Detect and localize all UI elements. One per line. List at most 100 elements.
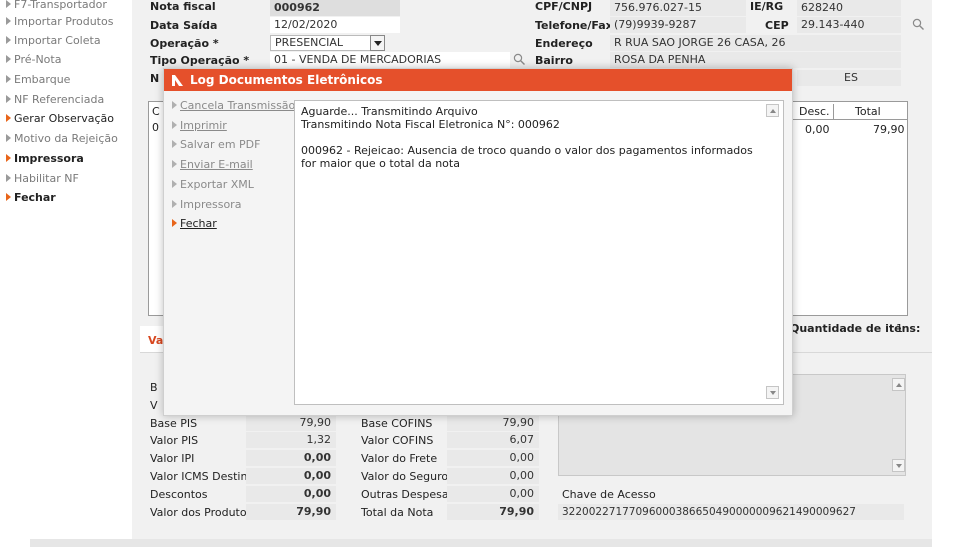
- menu-label: Salvar em PDF: [180, 138, 261, 151]
- outras-despesas-label: Outras Despesas: [361, 488, 455, 501]
- scroll-down-button[interactable]: [766, 386, 779, 399]
- valor-ipi-label: Valor IPI: [150, 452, 195, 465]
- desc-header: Desc.: [799, 105, 830, 118]
- values-tab-label: Va: [148, 334, 164, 347]
- ie-label: IE/RG: [750, 0, 784, 13]
- b-label: B: [150, 381, 158, 394]
- menu-enviar-email[interactable]: Enviar E-mail: [172, 156, 253, 174]
- log-line: Aguarde... Transmitindo Arquivo: [301, 105, 478, 118]
- operacao-value: PRESENCIAL: [275, 36, 343, 49]
- outras-despesas-field[interactable]: 0,00: [447, 486, 539, 502]
- sidebar-item-label: F7-Transportador: [14, 0, 107, 11]
- chave-acesso-field[interactable]: 3220022717709600038665049000000962149000…: [558, 504, 904, 520]
- total-value: 79,90: [873, 123, 905, 136]
- sidebar-item-importar-coleta[interactable]: Importar Coleta: [6, 32, 101, 50]
- valor-pis-label: Valor PIS: [150, 434, 199, 447]
- triangle-right-icon: [6, 55, 11, 63]
- cpf-field[interactable]: 756.976.027-15: [610, 0, 746, 16]
- total-nota-label: Total da Nota: [361, 506, 434, 519]
- log-textarea[interactable]: Aguarde... Transmitindo Arquivo Transmit…: [294, 100, 784, 405]
- bairro-label: Bairro: [535, 54, 573, 67]
- triangle-right-icon: [6, 95, 11, 103]
- menu-exportar-xml[interactable]: Exportar XML: [172, 176, 254, 194]
- valor-pis-field[interactable]: 1,32: [246, 432, 336, 448]
- sidebar-item-motivo-rejeicao[interactable]: Motivo da Rejeição: [6, 130, 118, 148]
- triangle-right-icon: [172, 219, 177, 227]
- search-icon[interactable]: [513, 53, 526, 66]
- log-line: 000962 - Rejeicao: Ausencia de troco qua…: [301, 144, 753, 170]
- qtd-itens-value: 1: [896, 322, 903, 335]
- sidebar-item-gerar-observacao[interactable]: Gerar Observação: [6, 110, 114, 128]
- cep-field[interactable]: 29.143-440: [797, 17, 901, 33]
- sidebar-item-nf-referenciada[interactable]: NF Referenciada: [6, 91, 104, 109]
- search-icon[interactable]: [912, 18, 925, 31]
- nota-fiscal-field[interactable]: 000962: [270, 0, 400, 16]
- menu-imprimir[interactable]: Imprimir: [172, 117, 227, 135]
- arrow-up-icon: [896, 383, 902, 387]
- triangle-right-icon: [172, 200, 177, 208]
- sidebar-item-label: Habilitar NF: [14, 172, 79, 185]
- valor-cofins-field[interactable]: 6,07: [447, 432, 539, 448]
- triangle-right-icon: [6, 114, 11, 122]
- menu-salvar-pdf[interactable]: Salvar em PDF: [172, 136, 260, 154]
- valor-cofins-label: Valor COFINS: [361, 434, 434, 447]
- valor-frete-field[interactable]: 0,00: [447, 450, 539, 466]
- icms-destin-field[interactable]: 0,00: [246, 468, 336, 484]
- endereco-field[interactable]: R RUA SAO JORGE 26 CASA, 26: [610, 35, 901, 51]
- bairro-field[interactable]: ROSA DA PENHA: [610, 52, 901, 68]
- total-header: Total: [855, 105, 881, 118]
- data-saida-label: Data Saída: [150, 19, 218, 32]
- sidebar-item-label: Motivo da Rejeição: [14, 132, 118, 145]
- scroll-up-button[interactable]: [766, 104, 779, 117]
- grid-col-c: C: [152, 105, 160, 118]
- column-divider: [833, 104, 834, 120]
- telefone-field[interactable]: (79)9939-9287: [610, 17, 746, 33]
- tipo-operacao-label: Tipo Operação *: [150, 54, 250, 67]
- base-pis-field[interactable]: 79,90: [246, 415, 336, 431]
- seguro-field[interactable]: 0,00: [447, 468, 539, 484]
- triangle-right-icon: [6, 193, 11, 201]
- base-pis-label: Base PIS: [150, 417, 198, 430]
- scroll-down-button[interactable]: [892, 459, 905, 472]
- sidebar-item-label: Embarque: [14, 73, 71, 86]
- seguro-label: Valor do Seguro: [361, 470, 449, 483]
- operacao-label: Operação *: [150, 37, 219, 50]
- dropdown-button[interactable]: [370, 35, 385, 51]
- sidebar-item-importar-produtos[interactable]: Importar Produtos: [6, 13, 113, 31]
- menu-fechar[interactable]: Fechar: [172, 215, 217, 233]
- scroll-up-button[interactable]: [892, 378, 905, 391]
- sidebar-item-label: NF Referenciada: [14, 93, 105, 106]
- valor-ipi-field[interactable]: 0,00: [246, 450, 336, 466]
- sidebar-item-label: Gerar Observação: [14, 112, 115, 125]
- sidebar-item-habilitar-nf[interactable]: Habilitar NF: [6, 170, 79, 188]
- sidebar-item-label: Importar Produtos: [14, 15, 114, 28]
- descontos-field[interactable]: 0,00: [246, 486, 336, 502]
- grid-row-0: 0: [152, 121, 159, 134]
- triangle-right-icon: [6, 36, 11, 44]
- menu-label: Impressora: [180, 198, 242, 211]
- sidebar-item-pre-nota[interactable]: Pré-Nota: [6, 51, 61, 69]
- desc-value: 0,00: [805, 123, 830, 136]
- valor-produtos-field[interactable]: 79,90: [246, 504, 336, 520]
- triangle-right-icon: [6, 75, 11, 83]
- triangle-right-icon: [172, 101, 177, 109]
- arrow-down-icon: [896, 464, 902, 468]
- data-saida-field[interactable]: 12/02/2020: [270, 17, 400, 33]
- sidebar-item-transportador[interactable]: F7-Transportador: [6, 0, 107, 14]
- total-nota-field[interactable]: 79,90: [447, 504, 539, 520]
- uf-field[interactable]: ES: [797, 70, 901, 86]
- operacao-select[interactable]: PRESENCIAL: [270, 35, 385, 51]
- tipo-operacao-field[interactable]: 01 - VENDA DE MERCADORIAS: [270, 52, 510, 68]
- sidebar-item-embarque[interactable]: Embarque: [6, 71, 70, 89]
- telefone-label: Telefone/Fax: [535, 19, 613, 32]
- sidebar-item-impressora[interactable]: Impressora: [6, 150, 84, 168]
- triangle-right-icon: [6, 154, 11, 162]
- menu-impressora[interactable]: Impressora: [172, 196, 241, 214]
- menu-cancela-transmissao[interactable]: Cancela Transmissão: [172, 97, 295, 115]
- menu-label: Imprimir: [180, 119, 227, 132]
- grid-header: Desc. Total: [793, 104, 907, 120]
- sidebar-item-label: Importar Coleta: [14, 34, 101, 47]
- ie-field[interactable]: 628240: [797, 0, 901, 16]
- base-cofins-field[interactable]: 79,90: [447, 415, 539, 431]
- sidebar-item-fechar[interactable]: Fechar: [6, 189, 56, 207]
